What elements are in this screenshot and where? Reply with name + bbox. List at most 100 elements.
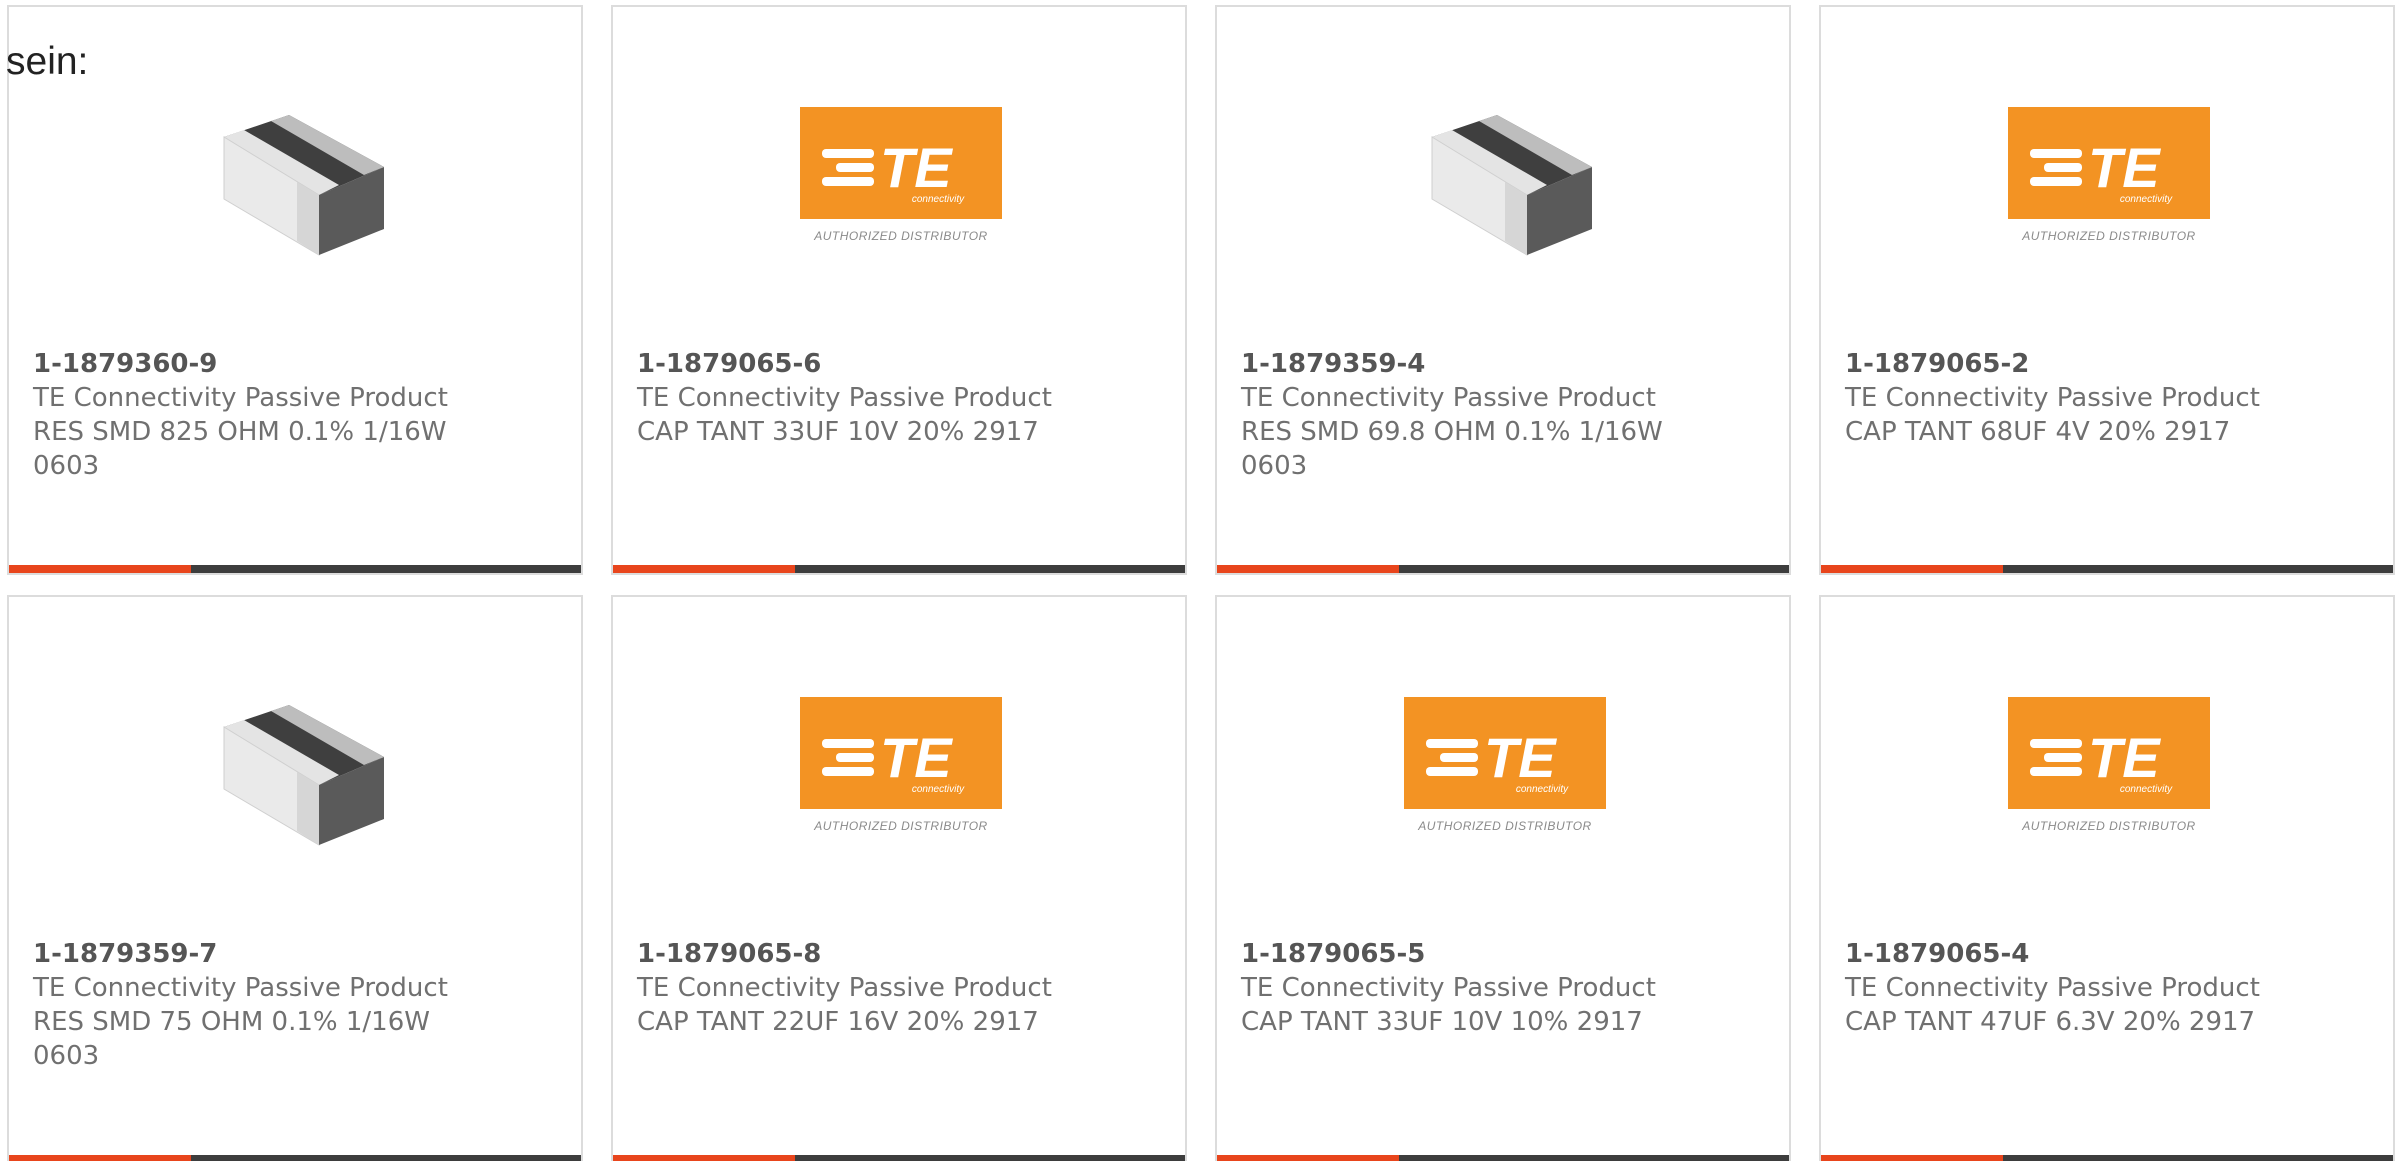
product-description: CAP TANT 47UF 6.3V 20% 2917 — [1845, 1007, 2256, 1037]
card-bottom-bar — [1821, 565, 2393, 573]
product-info: 1-1879065-8 TE Connectivity Passive Prod… — [637, 937, 1077, 1039]
product-card[interactable]: TE connectivity AUTHORIZED DISTRIBUTOR 1… — [1819, 5, 2395, 575]
card-bottom-bar — [9, 565, 581, 573]
product-card[interactable]: TE connectivity AUTHORIZED DISTRIBUTOR 1… — [1215, 595, 1791, 1161]
product-info: 1-1879359-7 TE Connectivity Passive Prod… — [33, 937, 473, 1073]
te-logo-caption: AUTHORIZED DISTRIBUTOR — [1418, 819, 1592, 833]
card-bottom-bar — [1821, 1155, 2393, 1161]
part-number[interactable]: 1-1879360-9 — [33, 347, 473, 381]
product-description-cont: 0603 — [1241, 451, 1308, 481]
card-accent-bar — [1821, 565, 2003, 573]
te-connectivity-icon: TE connectivity — [1426, 726, 1569, 795]
part-number[interactable]: 1-1879359-4 — [1241, 347, 1681, 381]
card-accent-bar — [1217, 1155, 1399, 1161]
svg-text:TE: TE — [2088, 136, 2161, 199]
svg-text:TE: TE — [880, 136, 953, 199]
product-card[interactable]: 1-1879359-7 TE Connectivity Passive Prod… — [7, 595, 583, 1161]
card-bottom-bar — [613, 565, 1185, 573]
te-logo-box: TE connectivity — [2008, 107, 2210, 219]
page: 1-1879360-9 TE Connectivity Passive Prod… — [0, 0, 2400, 1161]
product-category: TE Connectivity Passive Product — [33, 973, 448, 1003]
svg-text:TE: TE — [1484, 726, 1557, 789]
te-connectivity-icon: TE connectivity — [2030, 726, 2173, 795]
svg-text:connectivity: connectivity — [912, 784, 965, 795]
product-category: TE Connectivity Passive Product — [637, 973, 1052, 1003]
card-accent-bar — [613, 1155, 795, 1161]
smd-chip-resistor-icon — [223, 705, 384, 846]
product-image — [9, 597, 581, 917]
product-description: CAP TANT 68UF 4V 20% 2917 — [1845, 417, 2231, 447]
card-bottom-bar — [1217, 565, 1789, 573]
intro-text: sein: — [6, 40, 89, 83]
te-logo-box: TE connectivity — [1404, 697, 1606, 809]
te-connectivity-icon: TE connectivity — [2030, 136, 2173, 205]
svg-text:connectivity: connectivity — [2120, 784, 2173, 795]
product-description: CAP TANT 22UF 16V 20% 2917 — [637, 1007, 1039, 1037]
part-number[interactable]: 1-1879359-7 — [33, 937, 473, 971]
product-card[interactable]: 1-1879359-4 TE Connectivity Passive Prod… — [1215, 5, 1791, 575]
product-description: RES SMD 825 OHM 0.1% 1/16W — [33, 417, 447, 447]
product-info: 1-1879065-6 TE Connectivity Passive Prod… — [637, 347, 1077, 449]
svg-text:connectivity: connectivity — [912, 194, 965, 205]
product-info: 1-1879065-4 TE Connectivity Passive Prod… — [1845, 937, 2285, 1039]
product-category: TE Connectivity Passive Product — [33, 383, 448, 413]
product-card[interactable]: 1-1879360-9 TE Connectivity Passive Prod… — [7, 5, 583, 575]
te-authorized-distributor-logo: TE connectivity AUTHORIZED DISTRIBUTOR — [800, 697, 1002, 845]
product-image: TE connectivity AUTHORIZED DISTRIBUTOR — [1821, 597, 2393, 917]
card-accent-bar — [9, 565, 191, 573]
part-number[interactable]: 1-1879065-5 — [1241, 937, 1681, 971]
card-accent-bar — [9, 1155, 191, 1161]
product-image — [9, 7, 581, 327]
product-info: 1-1879360-9 TE Connectivity Passive Prod… — [33, 347, 473, 483]
product-card[interactable]: TE connectivity AUTHORIZED DISTRIBUTOR 1… — [611, 5, 1187, 575]
product-description-cont: 0603 — [33, 1041, 100, 1071]
card-bottom-bar — [1217, 1155, 1789, 1161]
product-card[interactable]: TE connectivity AUTHORIZED DISTRIBUTOR 1… — [611, 595, 1187, 1161]
product-image: TE connectivity AUTHORIZED DISTRIBUTOR — [1217, 597, 1789, 917]
te-logo-box: TE connectivity — [800, 107, 1002, 219]
product-category: TE Connectivity Passive Product — [637, 383, 1052, 413]
te-authorized-distributor-logo: TE connectivity AUTHORIZED DISTRIBUTOR — [1404, 697, 1606, 845]
part-number[interactable]: 1-1879065-4 — [1845, 937, 2285, 971]
te-connectivity-icon: TE connectivity — [822, 726, 965, 795]
svg-text:connectivity: connectivity — [1516, 784, 1569, 795]
svg-text:TE: TE — [880, 726, 953, 789]
te-authorized-distributor-logo: TE connectivity AUTHORIZED DISTRIBUTOR — [800, 107, 1002, 255]
part-number[interactable]: 1-1879065-6 — [637, 347, 1077, 381]
product-image — [1217, 7, 1789, 327]
product-description: CAP TANT 33UF 10V 20% 2917 — [637, 417, 1039, 447]
te-connectivity-icon: TE connectivity — [822, 136, 965, 205]
te-authorized-distributor-logo: TE connectivity AUTHORIZED DISTRIBUTOR — [2008, 697, 2210, 845]
te-logo-caption: AUTHORIZED DISTRIBUTOR — [814, 819, 988, 833]
te-logo-caption: AUTHORIZED DISTRIBUTOR — [814, 229, 988, 243]
product-image: TE connectivity AUTHORIZED DISTRIBUTOR — [613, 7, 1185, 327]
product-info: 1-1879359-4 TE Connectivity Passive Prod… — [1241, 347, 1681, 483]
te-logo-caption: AUTHORIZED DISTRIBUTOR — [2022, 229, 2196, 243]
te-logo-box: TE connectivity — [800, 697, 1002, 809]
product-category: TE Connectivity Passive Product — [1241, 973, 1656, 1003]
part-number[interactable]: 1-1879065-8 — [637, 937, 1077, 971]
product-description: RES SMD 69.8 OHM 0.1% 1/16W — [1241, 417, 1663, 447]
product-description: RES SMD 75 OHM 0.1% 1/16W — [33, 1007, 430, 1037]
smd-chip-resistor-icon — [1431, 115, 1592, 256]
part-number[interactable]: 1-1879065-2 — [1845, 347, 2285, 381]
product-description: CAP TANT 33UF 10V 10% 2917 — [1241, 1007, 1643, 1037]
product-image: TE connectivity AUTHORIZED DISTRIBUTOR — [613, 597, 1185, 917]
product-description-cont: 0603 — [33, 451, 100, 481]
card-accent-bar — [1217, 565, 1399, 573]
card-bottom-bar — [9, 1155, 581, 1161]
svg-text:connectivity: connectivity — [2120, 194, 2173, 205]
svg-text:TE: TE — [2088, 726, 2161, 789]
product-category: TE Connectivity Passive Product — [1241, 383, 1656, 413]
card-accent-bar — [613, 565, 795, 573]
product-card[interactable]: TE connectivity AUTHORIZED DISTRIBUTOR 1… — [1819, 595, 2395, 1161]
te-logo-caption: AUTHORIZED DISTRIBUTOR — [2022, 819, 2196, 833]
product-info: 1-1879065-2 TE Connectivity Passive Prod… — [1845, 347, 2285, 449]
product-info: 1-1879065-5 TE Connectivity Passive Prod… — [1241, 937, 1681, 1039]
card-accent-bar — [1821, 1155, 2003, 1161]
te-authorized-distributor-logo: TE connectivity AUTHORIZED DISTRIBUTOR — [2008, 107, 2210, 255]
product-category: TE Connectivity Passive Product — [1845, 973, 2260, 1003]
product-image: TE connectivity AUTHORIZED DISTRIBUTOR — [1821, 7, 2393, 327]
te-logo-box: TE connectivity — [2008, 697, 2210, 809]
product-category: TE Connectivity Passive Product — [1845, 383, 2260, 413]
